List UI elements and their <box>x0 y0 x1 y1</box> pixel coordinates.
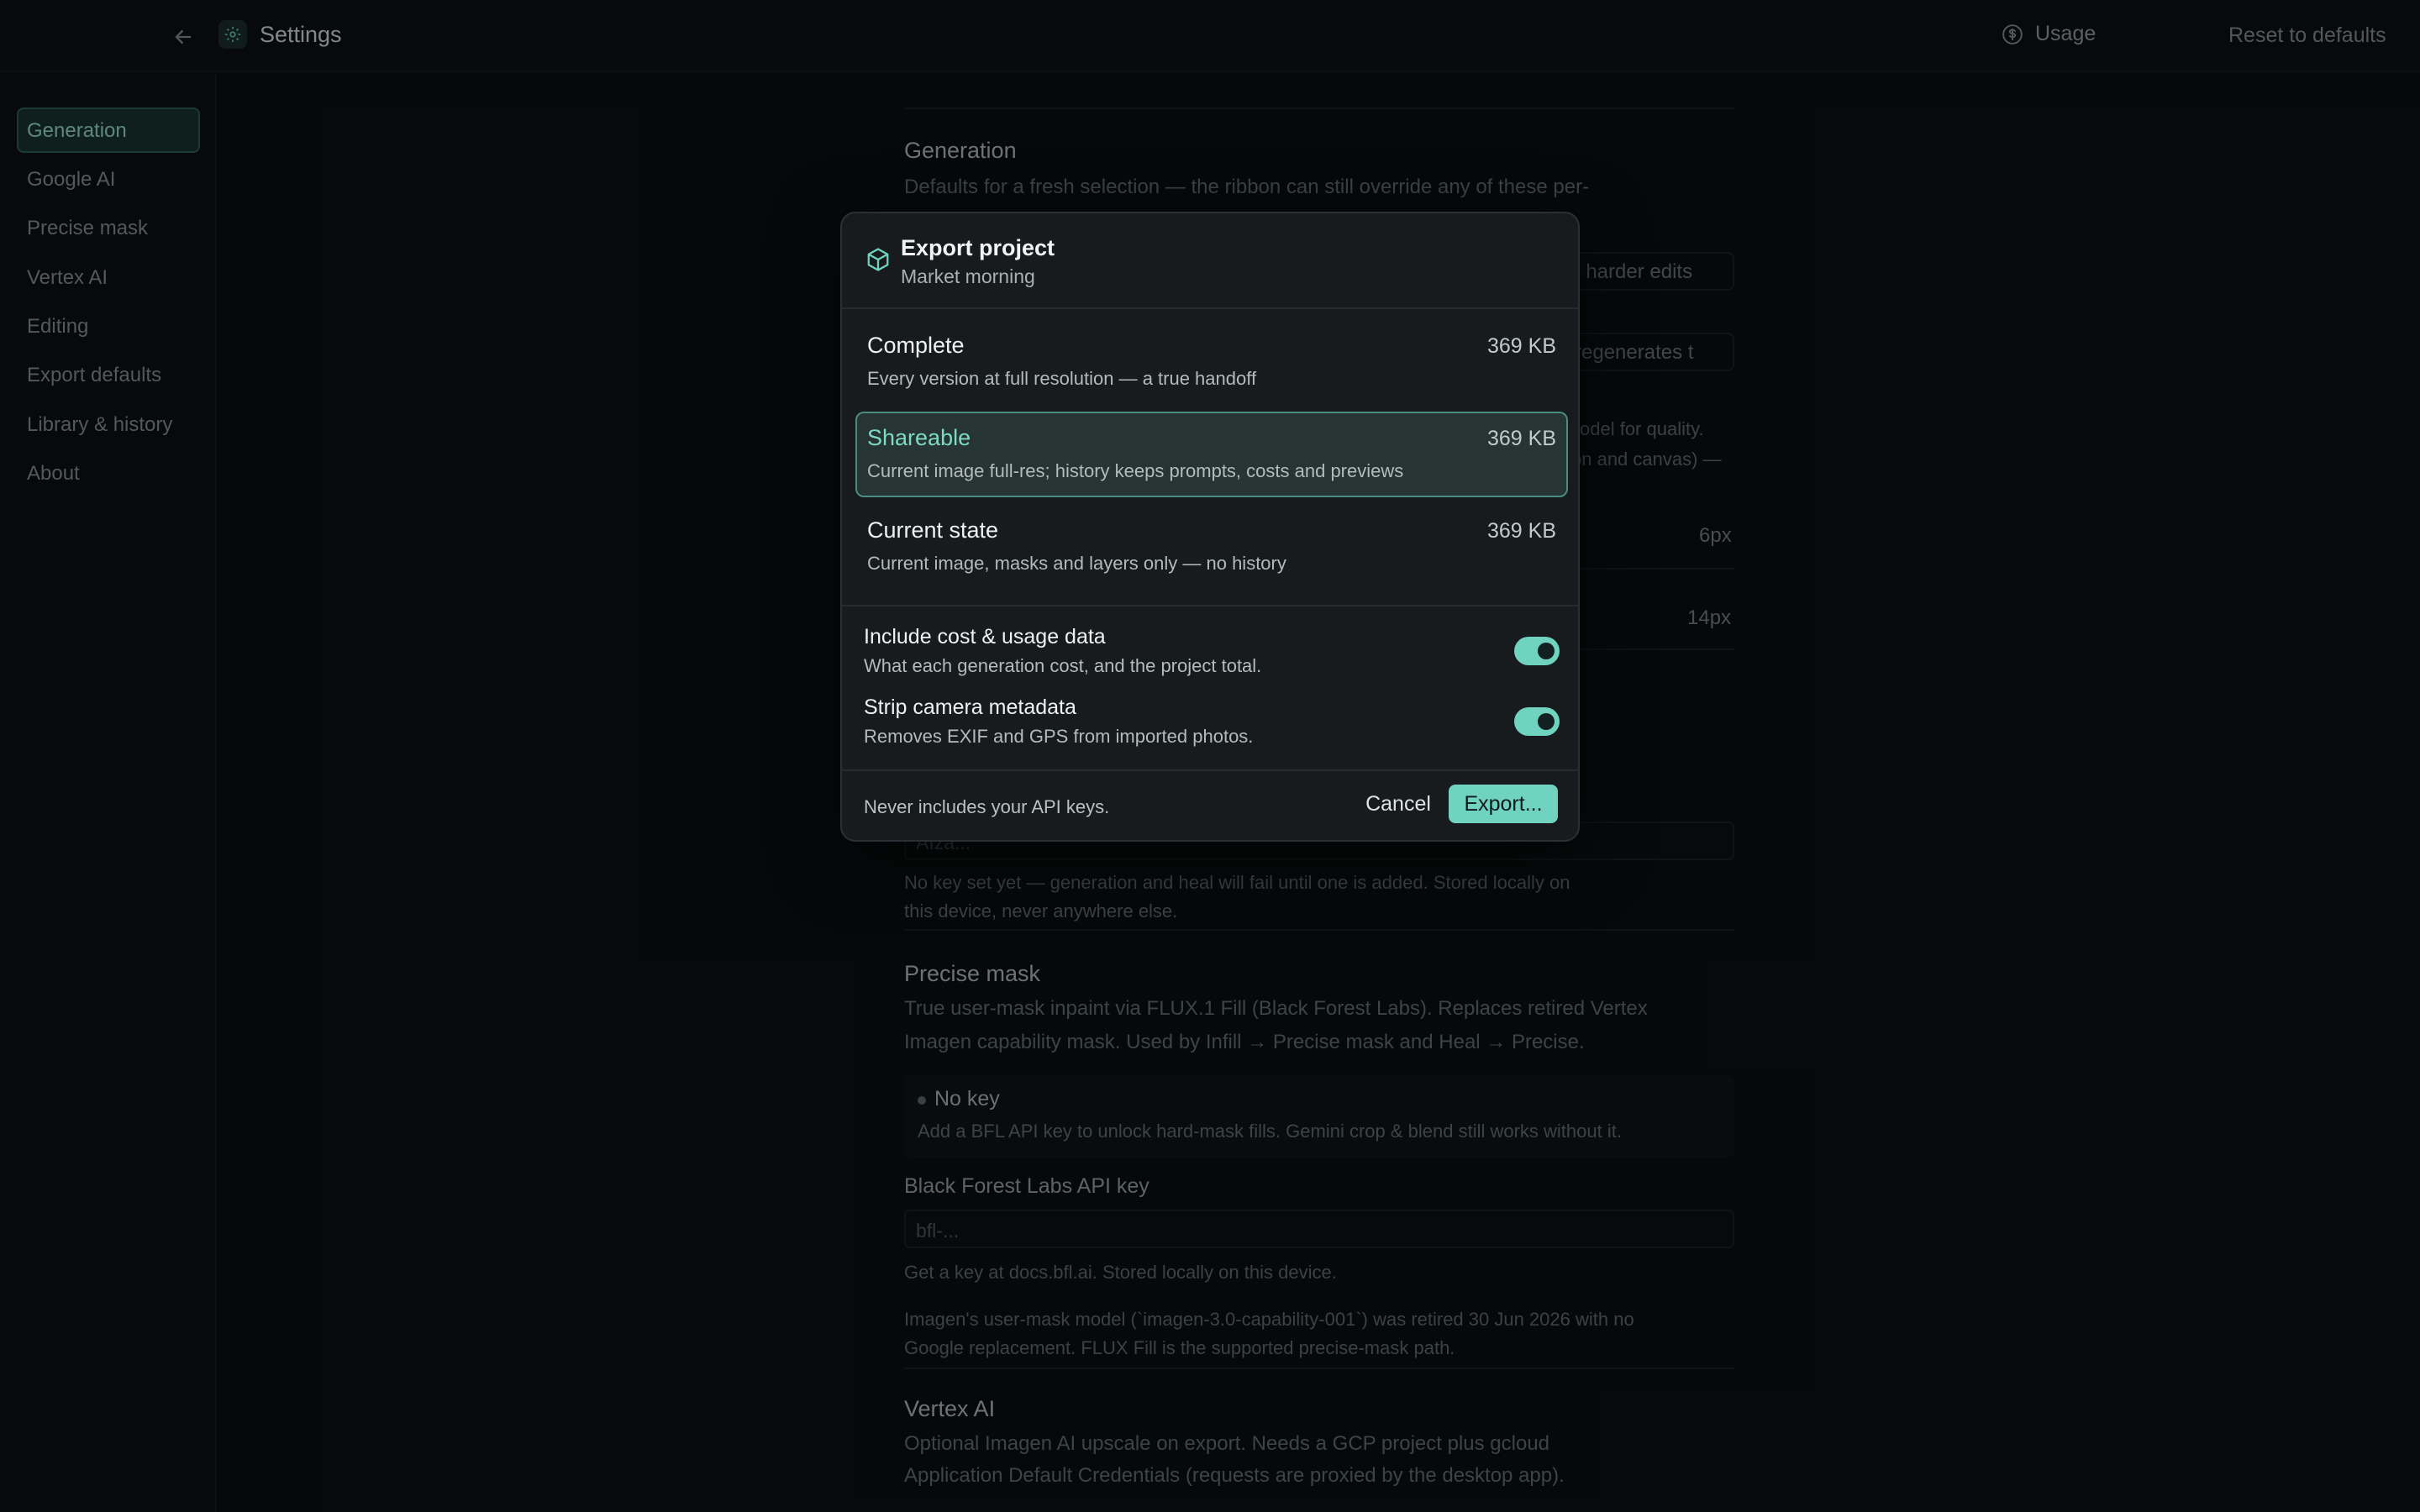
divider <box>842 605 1578 606</box>
package-icon <box>867 248 889 271</box>
export-project-dialog: Export project Market morning Complete E… <box>840 212 1580 842</box>
option-title: Current state <box>867 517 999 543</box>
include-cost-toggle[interactable] <box>1514 637 1560 665</box>
option-title: Complete <box>867 333 965 358</box>
export-option-complete[interactable]: Complete Every version at full resolutio… <box>855 319 1568 405</box>
cancel-button[interactable]: Cancel <box>1356 785 1440 823</box>
toggle-row-strip-metadata: Strip camera metadata Removes EXIF and G… <box>864 696 1560 756</box>
dialog-title: Export project <box>901 235 1055 260</box>
dialog-header: Export project Market morning <box>842 213 1578 309</box>
option-size: 369 KB <box>1486 334 1556 358</box>
option-title: Shareable <box>867 425 971 450</box>
export-option-current-state[interactable]: Current state Current image, masks and l… <box>855 504 1568 590</box>
export-option-shareable[interactable]: Shareable Current image full-res; histor… <box>855 412 1568 497</box>
api-keys-note: Never includes your API keys. <box>864 796 1110 817</box>
toggle-desc: Removes EXIF and GPS from imported photo… <box>864 726 1254 747</box>
strip-metadata-toggle[interactable] <box>1514 707 1560 736</box>
toggle-knob <box>1538 713 1555 730</box>
option-desc: Current image full-res; history keeps pr… <box>867 460 1404 481</box>
toggle-desc: What each generation cost, and the proje… <box>864 655 1262 676</box>
toggle-title: Strip camera metadata <box>864 696 1076 719</box>
option-size: 369 KB <box>1486 519 1556 543</box>
option-desc: Current image, masks and layers only — n… <box>867 553 1286 574</box>
toggle-row-cost-usage: Include cost & usage data What each gene… <box>864 625 1560 685</box>
project-name: Market morning <box>901 265 1035 287</box>
divider <box>842 769 1578 771</box>
toggle-knob <box>1538 643 1555 659</box>
export-button[interactable]: Export... <box>1449 785 1558 823</box>
option-size: 369 KB <box>1486 427 1556 450</box>
toggle-title: Include cost & usage data <box>864 625 1106 648</box>
option-desc: Every version at full resolution — a tru… <box>867 368 1257 389</box>
